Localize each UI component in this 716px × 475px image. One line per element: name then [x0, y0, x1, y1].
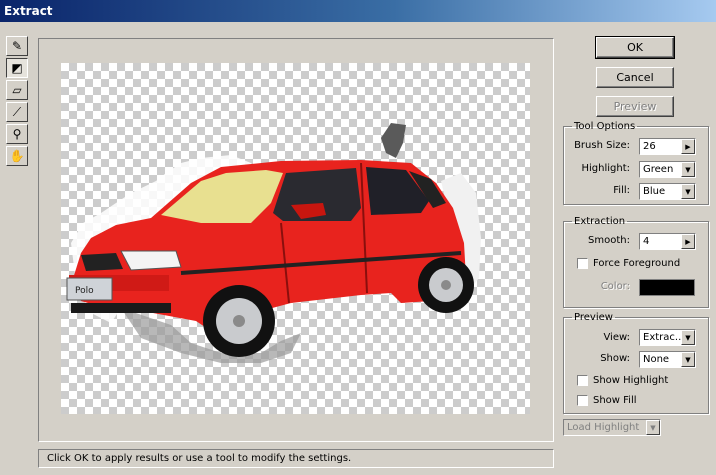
brush-size-field[interactable]: 26 ▶ — [639, 138, 696, 155]
car-grille — [81, 253, 123, 271]
cancel-button[interactable]: Cancel — [596, 67, 674, 88]
status-bar: Click OK to apply results or use a tool … — [38, 449, 554, 468]
eraser-icon: ▱ — [12, 83, 22, 97]
chevron-down-icon[interactable]: ▼ — [646, 420, 660, 435]
hand-icon: ✋ — [9, 149, 25, 163]
color-label: Color: — [600, 281, 630, 292]
force-foreground-label: Force Foreground — [593, 258, 681, 269]
view-value: Extrac... — [643, 332, 685, 343]
zoom-icon: ⚲ — [12, 127, 22, 141]
force-foreground-checkbox[interactable] — [577, 258, 588, 269]
mirror-fragment — [381, 123, 406, 158]
chevron-down-icon[interactable]: ▼ — [681, 352, 695, 367]
brush-size-label: Brush Size: — [574, 140, 630, 151]
eyedropper-tool-button[interactable]: ⟋ — [6, 102, 28, 122]
chevron-down-icon[interactable]: ▼ — [681, 330, 695, 345]
fill-bucket-icon: ◩ — [11, 61, 23, 75]
slider-arrow-icon[interactable]: ▶ — [681, 139, 695, 154]
show-highlight-label: Show Highlight — [593, 375, 669, 386]
zoom-tool-button[interactable]: ⚲ — [6, 124, 28, 144]
highlight-value: Green — [643, 164, 674, 175]
fill-tool-button[interactable]: ◩ — [6, 58, 28, 78]
preview-title: Preview — [574, 312, 613, 323]
tool-palette: ✎ ◩ ▱ ⟋ ⚲ ✋ — [6, 36, 32, 172]
smooth-label: Smooth: — [588, 235, 630, 246]
load-highlight-value: Load Highlight — [567, 422, 640, 433]
fill-select[interactable]: Blue ▼ — [639, 183, 696, 200]
license-plate-text: Polo — [75, 286, 94, 296]
show-fill-checkbox[interactable] — [577, 395, 588, 406]
hand-tool-button[interactable]: ✋ — [6, 146, 28, 166]
smooth-field[interactable]: 4 ▶ — [639, 233, 696, 250]
window-title: Extract — [0, 0, 716, 22]
brush-size-value: 26 — [643, 141, 656, 152]
highlight-select[interactable]: Green ▼ — [639, 161, 696, 178]
edge-highlighter-tool-button[interactable]: ✎ — [6, 36, 28, 56]
smooth-value: 4 — [643, 236, 650, 247]
foreground-color-swatch[interactable] — [639, 279, 695, 296]
show-label: Show: — [600, 353, 630, 364]
show-highlight-checkbox[interactable] — [577, 375, 588, 386]
tool-options-title: Tool Options — [574, 121, 636, 132]
ok-button[interactable]: OK — [595, 36, 675, 59]
eyedropper-icon: ⟋ — [12, 104, 22, 119]
chevron-down-icon[interactable]: ▼ — [681, 162, 695, 177]
extraction-title: Extraction — [574, 216, 626, 227]
transparency-checkerboard[interactable]: Polo — [61, 63, 530, 414]
car-headlight — [120, 250, 182, 271]
chevron-down-icon[interactable]: ▼ — [681, 184, 695, 199]
fill-label: Fill: — [613, 185, 630, 196]
load-highlight-select[interactable]: Load Highlight ▼ — [563, 419, 661, 436]
show-value: None — [643, 354, 670, 365]
extracted-car-image: Polo — [66, 123, 481, 363]
view-select[interactable]: Extrac... ▼ — [639, 329, 696, 346]
fill-value: Blue — [643, 186, 666, 197]
view-label: View: — [603, 332, 630, 343]
slider-arrow-icon[interactable]: ▶ — [681, 234, 695, 249]
preview-button[interactable]: Preview — [596, 96, 674, 117]
edge-highlighter-icon: ✎ — [11, 39, 23, 53]
show-fill-label: Show Fill — [593, 395, 637, 406]
show-select[interactable]: None ▼ — [639, 351, 696, 368]
eraser-tool-button[interactable]: ▱ — [6, 80, 28, 100]
highlight-label: Highlight: — [581, 163, 630, 174]
